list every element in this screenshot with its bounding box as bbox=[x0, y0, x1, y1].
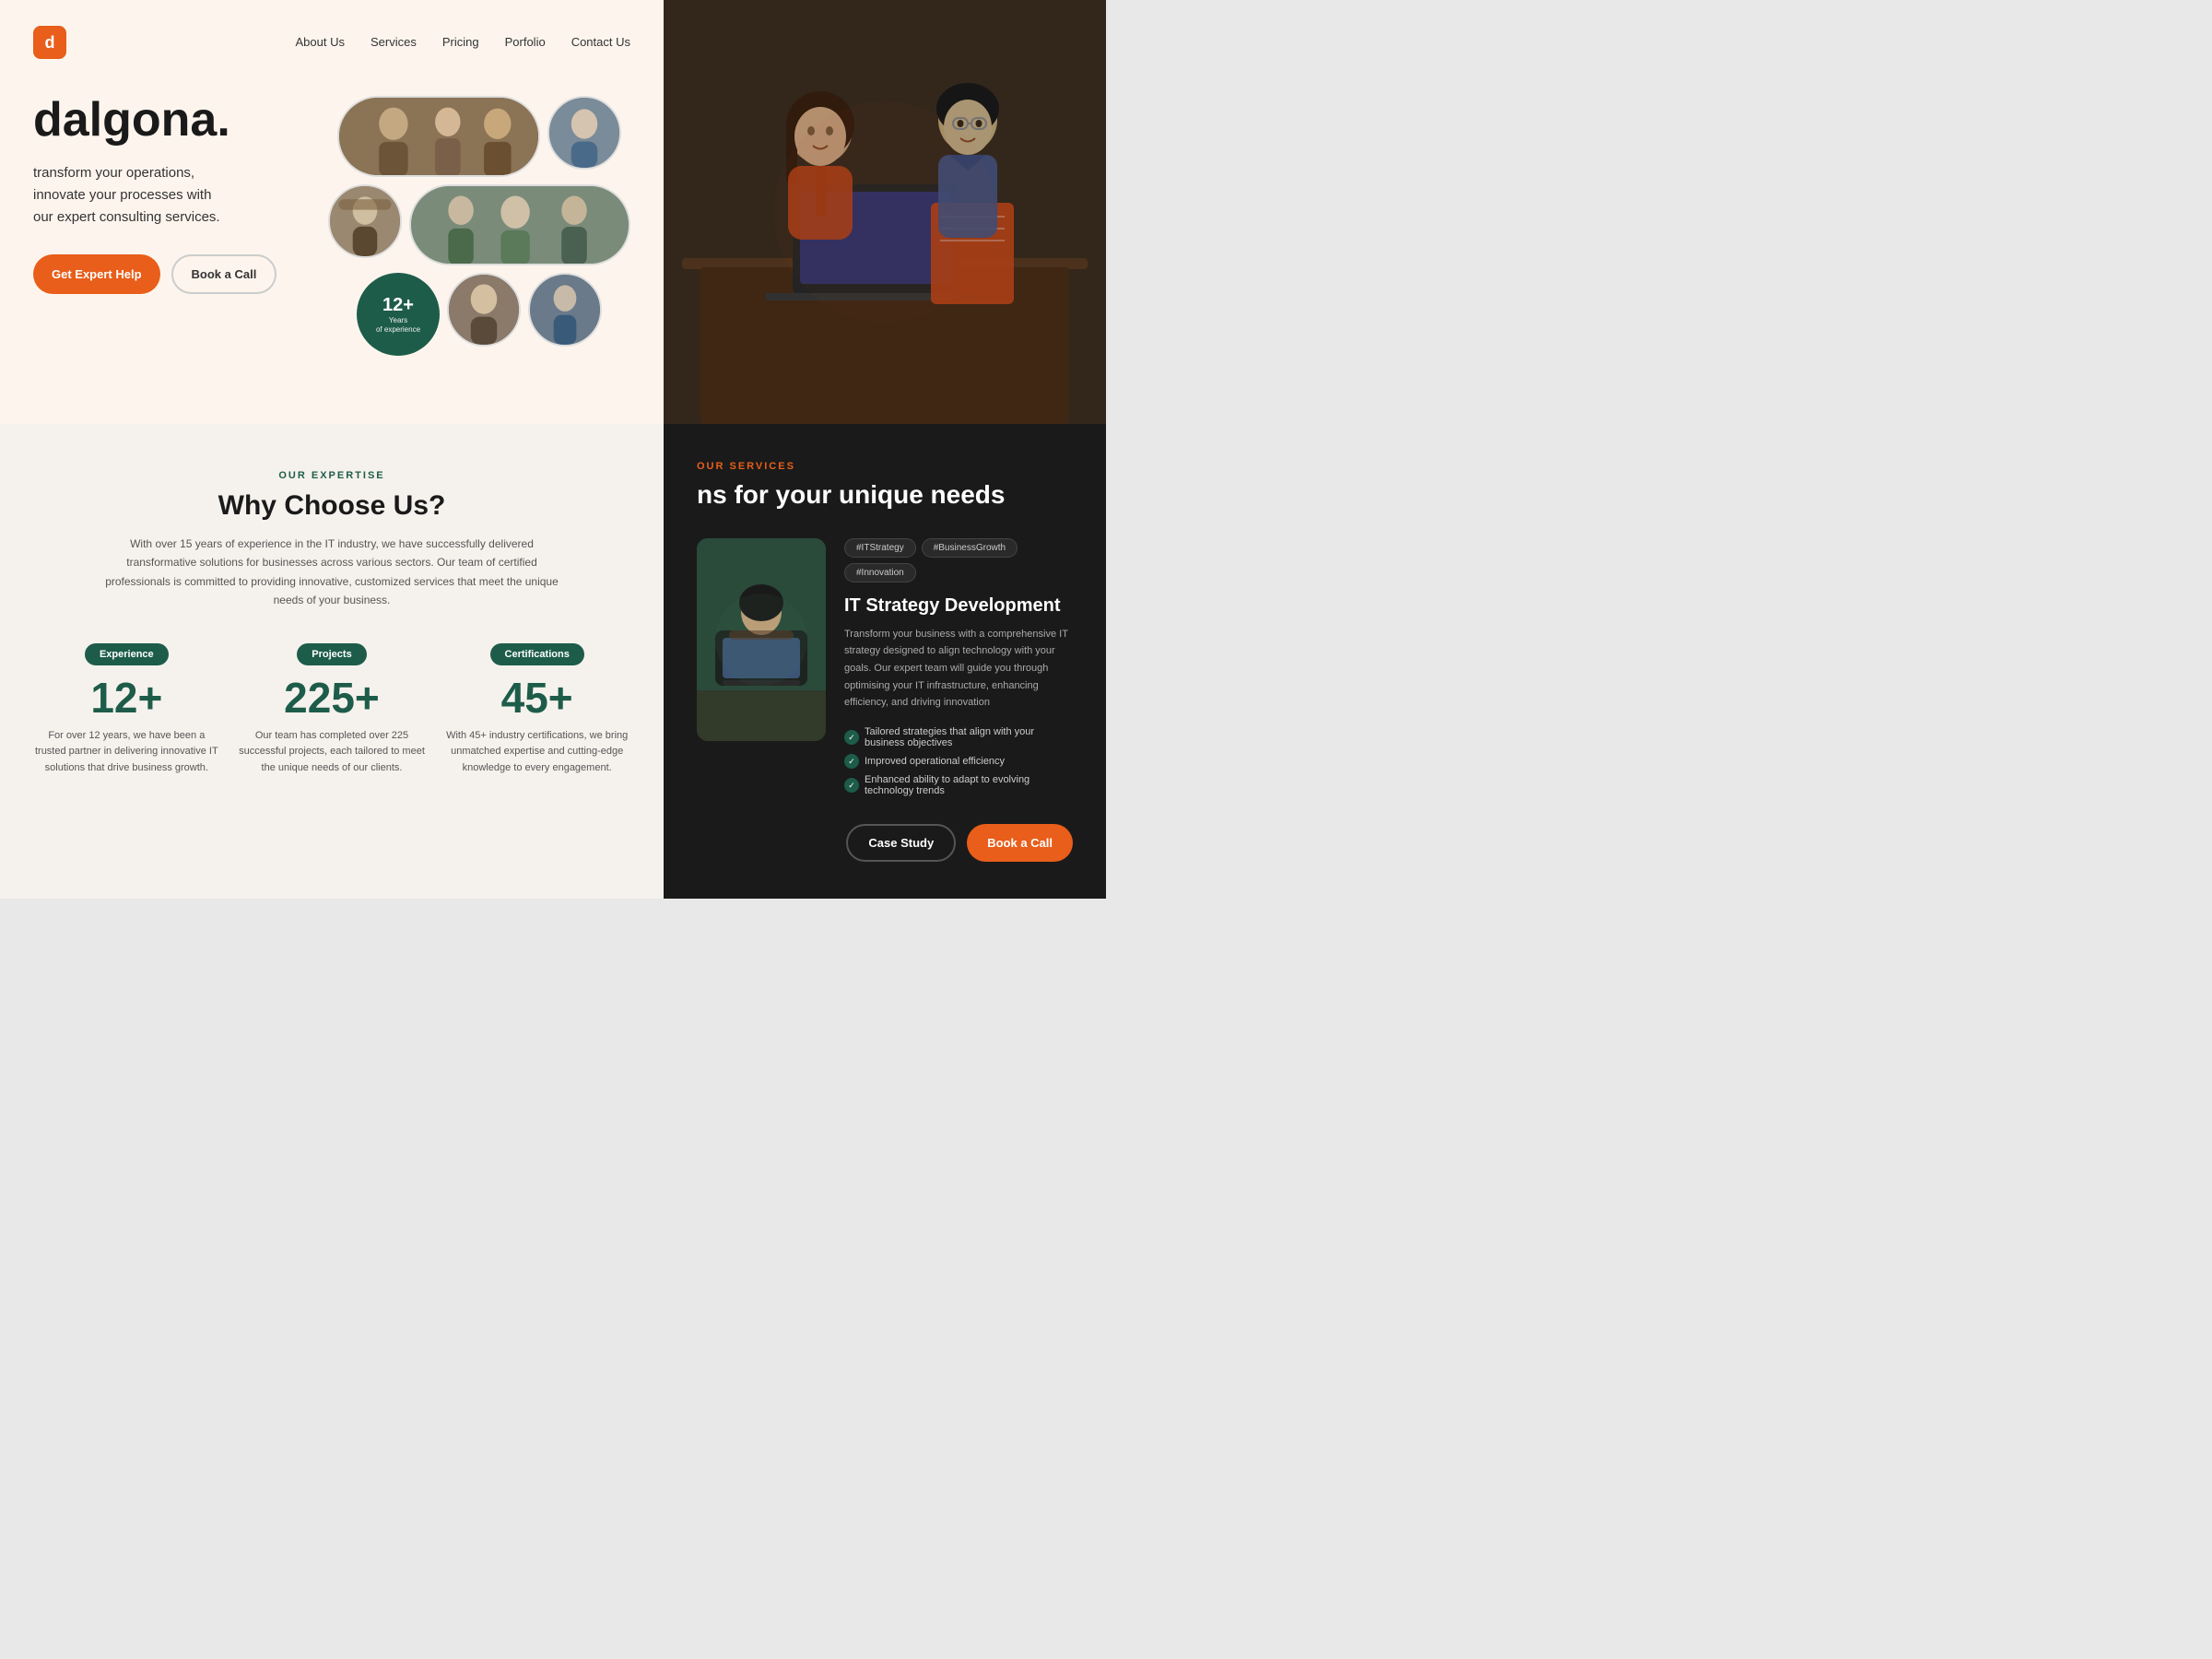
get-expert-help-button[interactable]: Get Expert Help bbox=[33, 254, 160, 294]
collage-circle-1 bbox=[547, 96, 621, 170]
service-actions: Case Study Book a Call bbox=[697, 824, 1073, 862]
collage-circle-2 bbox=[328, 184, 402, 258]
collage-circle-3 bbox=[447, 273, 521, 347]
nav-contact[interactable]: Contact Us bbox=[571, 35, 630, 49]
certifications-desc: With 45+ industry certifications, we bri… bbox=[443, 728, 630, 777]
collage-pill-2 bbox=[409, 184, 630, 265]
experience-badge: Experience bbox=[85, 643, 169, 665]
stats-grid: Experience 12+ For over 12 years, we hav… bbox=[33, 643, 630, 777]
check-icon-2: ✓ bbox=[844, 754, 859, 769]
stat-projects: Projects 225+ Our team has completed ove… bbox=[239, 643, 426, 777]
logo[interactable]: d bbox=[33, 26, 66, 59]
stat-experience: Experience 12+ For over 12 years, we hav… bbox=[33, 643, 220, 777]
case-study-button[interactable]: Case Study bbox=[846, 824, 956, 862]
feature-2: ✓ Improved operational efficiency bbox=[844, 754, 1073, 769]
projects-badge: Projects bbox=[297, 643, 366, 665]
hero-text: dalgona. transform your operations,innov… bbox=[33, 96, 310, 294]
nav-about[interactable]: About Us bbox=[296, 35, 345, 49]
services-title: ns for your unique needs bbox=[697, 479, 1073, 511]
tag-1: #ITStrategy bbox=[844, 538, 916, 558]
book-call-button-services[interactable]: Book a Call bbox=[967, 824, 1073, 862]
service-description: Transform your business with a comprehen… bbox=[844, 626, 1073, 712]
feature-1: ✓ Tailored strategies that align with yo… bbox=[844, 726, 1073, 748]
feature-3: ✓ Enhanced ability to adapt to evolving … bbox=[844, 774, 1073, 796]
nav-portfolio[interactable]: Porfolio bbox=[505, 35, 546, 49]
certifications-badge: Certifications bbox=[490, 643, 584, 665]
experience-number: 12+ bbox=[33, 677, 220, 719]
collage-circle-4 bbox=[528, 273, 602, 347]
experience-stat: 12+ Yearsof experience bbox=[357, 273, 440, 356]
hero-collage: 12+ Yearsof experience bbox=[328, 96, 630, 356]
hero-buttons: Get Expert Help Book a Call bbox=[33, 254, 310, 294]
service-name: IT Strategy Development bbox=[844, 595, 1073, 617]
collage-row-3: 12+ Yearsof experience bbox=[328, 273, 630, 356]
brand-name: dalgona. bbox=[33, 96, 310, 144]
check-icon-3: ✓ bbox=[844, 778, 859, 793]
collage-row-1 bbox=[328, 96, 630, 177]
service-features: ✓ Tailored strategies that align with yo… bbox=[844, 726, 1073, 796]
expertise-label: OUR EXPERTISE bbox=[33, 470, 630, 481]
collage-row-2 bbox=[328, 184, 630, 265]
hero-tagline: transform your operations,innovate your … bbox=[33, 162, 310, 229]
hero-content: dalgona. transform your operations,innov… bbox=[33, 96, 630, 356]
collage-pill-1 bbox=[337, 96, 540, 177]
certifications-number: 45+ bbox=[443, 677, 630, 719]
service-tags: #ITStrategy #BusinessGrowth #Innovation bbox=[844, 538, 1073, 582]
nav-pricing[interactable]: Pricing bbox=[442, 35, 479, 49]
service-card: #ITStrategy #BusinessGrowth #Innovation … bbox=[697, 538, 1073, 802]
nav-services[interactable]: Services bbox=[371, 35, 417, 49]
services-panel: OUR SERVICES ns for your unique needs bbox=[664, 424, 1106, 899]
people-photo bbox=[664, 0, 1106, 424]
projects-desc: Our team has completed over 225 successf… bbox=[239, 728, 426, 777]
check-icon-1: ✓ bbox=[844, 730, 859, 745]
experience-desc: For over 12 years, we have been a truste… bbox=[33, 728, 220, 777]
navbar: d About Us Services Pricing Porfolio Con… bbox=[33, 26, 630, 59]
stat-certifications: Certifications 45+ With 45+ industry cer… bbox=[443, 643, 630, 777]
tag-3: #Innovation bbox=[844, 563, 916, 582]
right-photo-panel bbox=[664, 0, 1106, 424]
service-image bbox=[697, 538, 826, 741]
projects-number: 225+ bbox=[239, 677, 426, 719]
expertise-description: With over 15 years of experience in the … bbox=[101, 535, 562, 610]
expertise-title: Why Choose Us? bbox=[33, 490, 630, 522]
services-label: OUR SERVICES bbox=[697, 461, 1073, 472]
expertise-panel: OUR EXPERTISE Why Choose Us? With over 1… bbox=[0, 424, 664, 899]
book-call-button-hero[interactable]: Book a Call bbox=[171, 254, 277, 294]
service-info: #ITStrategy #BusinessGrowth #Innovation … bbox=[844, 538, 1073, 802]
tag-2: #BusinessGrowth bbox=[922, 538, 1018, 558]
nav-links: About Us Services Pricing Porfolio Conta… bbox=[296, 34, 630, 51]
hero-panel: d About Us Services Pricing Porfolio Con… bbox=[0, 0, 664, 424]
